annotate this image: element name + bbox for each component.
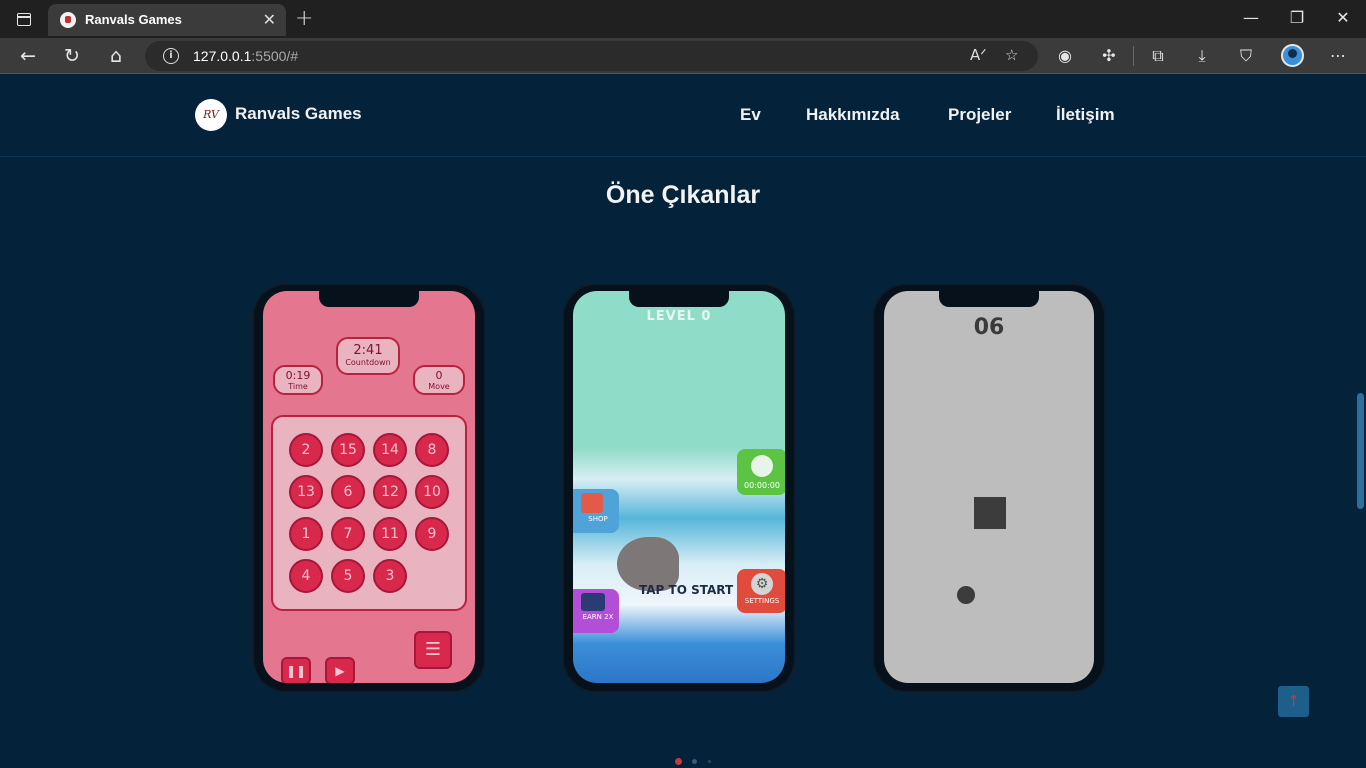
downloads-icon[interactable]: ⤓ bbox=[1192, 46, 1212, 66]
play-icon: ▶ bbox=[325, 657, 355, 683]
time-badge: 0:19 Time bbox=[273, 365, 323, 395]
minimize-icon[interactable]: — bbox=[1236, 8, 1266, 27]
read-aloud-icon[interactable]: Aᐟ bbox=[970, 46, 987, 64]
scroll-to-top-button[interactable]: ↑ bbox=[1278, 686, 1309, 717]
toolbar-separator bbox=[1133, 46, 1134, 66]
add-favorite-icon[interactable]: ☆ bbox=[1005, 46, 1018, 64]
nav-hakkimizda[interactable]: Hakkımızda bbox=[806, 105, 900, 125]
extension-glasses-icon[interactable]: ◉ bbox=[1055, 46, 1075, 66]
tab-title: Ranvals Games bbox=[85, 12, 182, 27]
puzzle-tile: 5 bbox=[331, 559, 365, 593]
clock-icon bbox=[751, 455, 773, 477]
puzzle-tile: 3 bbox=[373, 559, 407, 593]
puzzle-tile: 1 bbox=[289, 517, 323, 551]
tab-actions-icon[interactable] bbox=[14, 10, 34, 28]
web-page: RV Ranvals Games Ev Hakkımızda Projeler … bbox=[0, 75, 1366, 768]
address-toolbar: ← ↻ ⌂ i 127.0.0.1:5500/# Aᐟ ☆ ◉ ✣ ⧉ ⤓ ⛉ … bbox=[0, 38, 1366, 74]
puzzle-tile: 13 bbox=[289, 475, 323, 509]
close-tab-icon[interactable]: ✕ bbox=[263, 10, 276, 29]
minimal-screen: 06 bbox=[884, 291, 1094, 683]
more-menu-icon[interactable]: ⋯ bbox=[1328, 46, 1348, 66]
move-badge: 0 Move bbox=[413, 365, 465, 395]
carousel-dot[interactable] bbox=[692, 759, 697, 764]
nav-projeler[interactable]: Projeler bbox=[948, 105, 1011, 125]
timer-badge: 00:00:00 bbox=[737, 449, 785, 495]
brand-name[interactable]: Ranvals Games bbox=[235, 104, 362, 124]
tv-icon bbox=[581, 593, 605, 611]
nav-iletisim[interactable]: İletişim bbox=[1056, 105, 1115, 125]
back-icon[interactable]: ← bbox=[16, 44, 40, 68]
puzzle-tile: 9 bbox=[415, 517, 449, 551]
shop-icon bbox=[581, 493, 603, 513]
restore-icon[interactable]: ❐ bbox=[1282, 8, 1312, 27]
earn-2x-button: EARN 2X bbox=[573, 589, 619, 633]
site-info-icon[interactable]: i bbox=[163, 48, 179, 64]
phone-puzzle-game[interactable]: 2:41 Countdown 0:19 Time 0 Move 2 15 14 … bbox=[254, 285, 484, 691]
puzzle-screen: 2:41 Countdown 0:19 Time 0 Move 2 15 14 … bbox=[263, 291, 475, 683]
puzzle-tile: 7 bbox=[331, 517, 365, 551]
puzzle-board: 2 15 14 8 13 6 12 10 1 7 11 9 4 5 3 bbox=[271, 415, 467, 611]
level-label: LEVEL 0 bbox=[646, 309, 712, 324]
ball bbox=[957, 586, 975, 604]
site-header: RV Ranvals Games Ev Hakkımızda Projeler … bbox=[0, 75, 1366, 157]
puzzle-tile: 12 bbox=[373, 475, 407, 509]
phone-notch bbox=[629, 291, 729, 307]
phone-notch bbox=[319, 291, 419, 307]
site-logo[interactable]: RV bbox=[195, 99, 227, 131]
new-tab-icon[interactable]: + bbox=[295, 6, 313, 31]
phone-minimal-game[interactable]: 06 bbox=[874, 285, 1104, 691]
puzzle-tile: 2 bbox=[289, 433, 323, 467]
url-text[interactable]: 127.0.0.1:5500/# bbox=[193, 48, 298, 64]
close-window-icon[interactable]: ✕ bbox=[1328, 8, 1358, 27]
section-title: Öne Çıkanlar bbox=[605, 181, 761, 209]
phone-notch bbox=[939, 291, 1039, 307]
browser-essentials-icon[interactable]: ⛉ bbox=[1236, 46, 1256, 66]
settings-button: ⚙ SETTINGS bbox=[737, 569, 785, 613]
carousel-dot[interactable] bbox=[708, 760, 711, 763]
gear-icon: ⚙ bbox=[751, 573, 773, 595]
score-label: 06 bbox=[973, 315, 1005, 340]
page-scrollbar[interactable] bbox=[1357, 393, 1364, 509]
pause-icon: ❚❚ bbox=[281, 657, 311, 683]
carousel-dot-active[interactable] bbox=[675, 758, 682, 765]
address-bar[interactable]: i 127.0.0.1:5500/# Aᐟ ☆ bbox=[145, 41, 1038, 71]
puzzle-tile: 11 bbox=[373, 517, 407, 551]
puzzle-tile: 6 bbox=[331, 475, 365, 509]
collections-icon[interactable]: ⧉ bbox=[1148, 46, 1168, 66]
profile-avatar[interactable] bbox=[1281, 44, 1304, 67]
home-icon[interactable]: ⌂ bbox=[104, 44, 128, 68]
tab-bar: Ranvals Games ✕ + — ❐ ✕ bbox=[0, 0, 1366, 38]
refresh-icon[interactable]: ↻ bbox=[60, 44, 84, 68]
browser-tab[interactable]: Ranvals Games ✕ bbox=[48, 4, 286, 36]
runner-screen: LEVEL 0 00:00:00 SHOP TAP TO START ⚙ SET… bbox=[573, 291, 785, 683]
puzzle-tile: 8 bbox=[415, 433, 449, 467]
shop-button: SHOP bbox=[573, 489, 619, 533]
countdown-badge: 2:41 Countdown bbox=[336, 337, 400, 375]
tap-to-start-label: TAP TO START bbox=[639, 583, 734, 597]
extensions-icon[interactable]: ✣ bbox=[1099, 46, 1119, 66]
square-obstacle bbox=[974, 497, 1006, 529]
puzzle-tile: 14 bbox=[373, 433, 407, 467]
menu-icon: ☰ bbox=[414, 631, 452, 669]
phone-runner-game[interactable]: LEVEL 0 00:00:00 SHOP TAP TO START ⚙ SET… bbox=[564, 285, 794, 691]
puzzle-tile: 15 bbox=[331, 433, 365, 467]
site-favicon-icon bbox=[60, 12, 76, 28]
puzzle-tile: 10 bbox=[415, 475, 449, 509]
nav-ev[interactable]: Ev bbox=[740, 105, 761, 125]
puzzle-tile: 4 bbox=[289, 559, 323, 593]
